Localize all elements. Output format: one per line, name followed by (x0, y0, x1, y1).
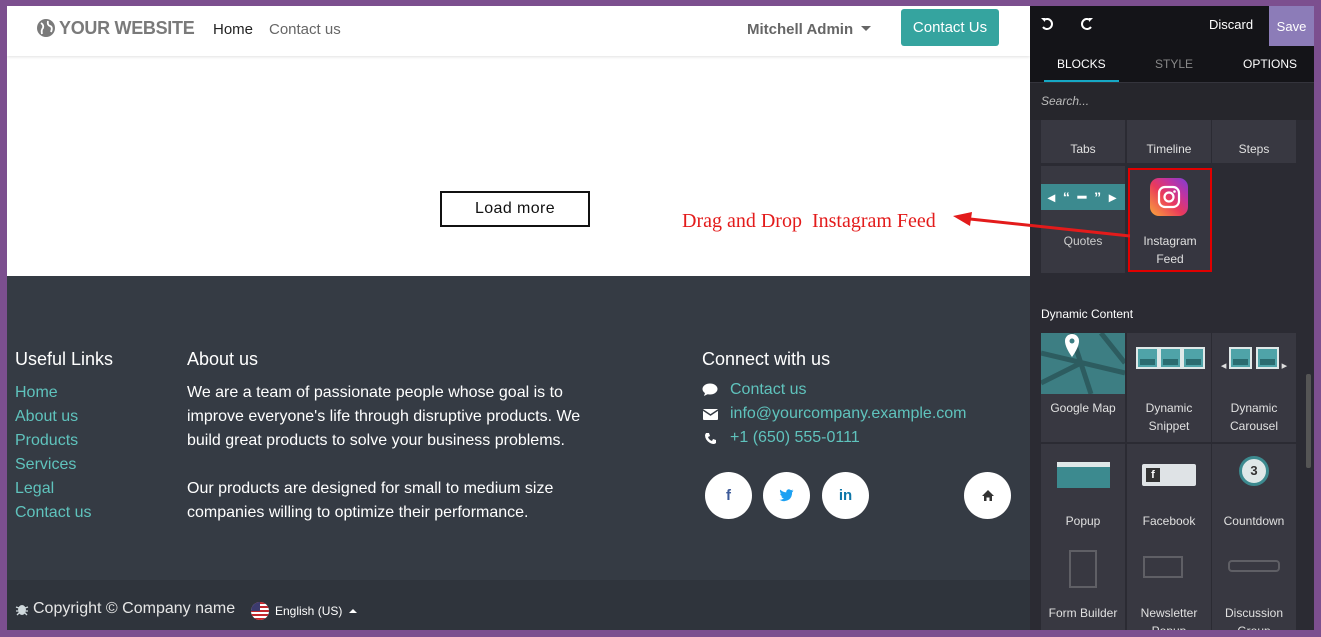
snippet-facebook[interactable]: f Facebook (1127, 444, 1211, 541)
facebook-thumbnail-icon: f (1142, 464, 1196, 486)
linkedin-icon[interactable]: in (822, 472, 869, 519)
form-icon (1069, 550, 1097, 588)
contact-us-link[interactable]: Contact us (730, 381, 806, 399)
snippet-label: Dynamic Carousel (1229, 401, 1279, 433)
save-button[interactable]: Save (1269, 6, 1314, 46)
snippet-timeline[interactable]: Timeline (1127, 120, 1211, 163)
snippet-label: Instagram Feed (1143, 234, 1197, 266)
us-flag-icon (251, 602, 269, 620)
footer-link-about[interactable]: About us (15, 405, 91, 429)
copyright: Copyright © Company name (15, 600, 235, 618)
user-menu[interactable]: Mitchell Admin (747, 21, 872, 38)
nav-home-link[interactable]: Home (213, 21, 253, 38)
snippet-label: Facebook (1142, 514, 1196, 528)
language-label: English (US) (275, 604, 343, 618)
site-logo[interactable]: YOUR WEBSITE (35, 17, 195, 39)
footer-link-contact[interactable]: Contact us (15, 501, 91, 525)
panel-scrollbar[interactable] (1306, 374, 1311, 468)
snippet-dynamic-snippet[interactable]: Dynamic Snippet (1127, 333, 1211, 442)
annotation-text: Drag and Drop Instagram Feed (682, 210, 936, 232)
dynamic-snippet-thumbnail-icon (1129, 347, 1211, 372)
snippet-label: Discussion Group (1224, 606, 1284, 630)
contact-row: Contact us (702, 381, 806, 399)
chevron-down-icon (861, 25, 872, 31)
phone-icon (702, 432, 718, 445)
annotation-arrow (953, 212, 1130, 238)
snippet-dynamic-carousel[interactable]: ◂ ▸ Dynamic Carousel (1212, 333, 1296, 442)
snippet-label: Timeline (1146, 142, 1192, 156)
undo-icon[interactable] (1040, 16, 1054, 36)
footer-link-home[interactable]: Home (15, 381, 91, 405)
instagram-icon (1150, 178, 1188, 216)
discard-button[interactable]: Discard (1209, 17, 1253, 32)
popup-thumbnail-icon (1057, 462, 1110, 488)
tab-blocks[interactable]: BLOCKS (1044, 57, 1119, 82)
editor-topbar: Discard Save (1030, 6, 1314, 46)
email-row: info@yourcompany.example.com (702, 405, 967, 423)
facebook-icon[interactable]: f (705, 472, 752, 519)
snippet-form-builder[interactable]: Form Builder (1041, 536, 1125, 630)
snippet-label: Google Map (1050, 401, 1116, 415)
useful-links-heading: Useful Links (15, 349, 114, 369)
countdown-icon: 3 (1239, 456, 1269, 486)
bug-icon (15, 605, 29, 616)
footer-link-legal[interactable]: Legal (15, 477, 91, 501)
envelope-icon (702, 408, 718, 420)
load-more-button[interactable]: Load more (440, 191, 590, 227)
dynamic-content-heading: Dynamic Content (1041, 307, 1134, 321)
editor-tabs: BLOCKS STYLE OPTIONS (1030, 46, 1314, 82)
newsletter-icon (1143, 556, 1183, 578)
snippet-label: Tabs (1070, 142, 1096, 156)
editor-panel: Discard Save BLOCKS STYLE OPTIONS Search… (1030, 6, 1314, 630)
useful-links-list: Home About us Products Services Legal Co… (15, 381, 91, 525)
map-pin-icon (1041, 333, 1125, 394)
footer-link-products[interactable]: Products (15, 429, 91, 453)
connect-heading: Connect with us (702, 349, 831, 369)
snippet-instagram-feed[interactable]: Instagram Feed (1128, 168, 1212, 272)
about-paragraph-2: Our products are designed for small to m… (187, 480, 554, 521)
snippet-label: Popup (1065, 514, 1101, 528)
tab-style[interactable]: STYLE (1155, 57, 1193, 71)
chevron-up-icon (349, 609, 358, 613)
snippet-discussion-group[interactable]: Discussion Group (1212, 536, 1296, 630)
snippet-label: Newsletter Popup (1140, 606, 1198, 630)
phone-row: +1 (650) 555-0111 (702, 429, 860, 447)
language-selector[interactable]: English (US) (251, 602, 358, 620)
snippet-tabs[interactable]: Tabs (1041, 120, 1125, 163)
snippet-label: Form Builder (1048, 606, 1118, 620)
carousel-thumbnail-icon: ◂ ▸ (1212, 347, 1296, 372)
about-paragraph: We are a team of passionate people whose… (187, 384, 581, 449)
comment-icon (702, 383, 718, 397)
about-heading: About us (187, 349, 259, 369)
snippet-search-input[interactable]: Search... (1030, 82, 1314, 120)
phone-link[interactable]: +1 (650) 555-0111 (730, 429, 860, 447)
top-navbar: YOUR WEBSITE Home Contact us Mitchell Ad… (7, 6, 1030, 56)
footer-link-services[interactable]: Services (15, 453, 91, 477)
footer: Useful Links Home About us Products Serv… (7, 276, 1030, 580)
tab-options[interactable]: OPTIONS (1243, 57, 1297, 71)
snippet-label: Countdown (1223, 514, 1285, 528)
snippet-steps[interactable]: Steps (1212, 120, 1296, 163)
user-name: Mitchell Admin (747, 21, 854, 38)
logo-text: YOUR WEBSITE (59, 17, 195, 38)
contact-us-button[interactable]: Contact Us (901, 9, 999, 46)
redo-icon[interactable] (1080, 16, 1094, 36)
website-preview: YOUR WEBSITE Home Contact us Mitchell Ad… (7, 6, 1030, 630)
snippet-label: Steps (1238, 142, 1270, 156)
copyright-text: Copyright © Company name (33, 600, 236, 617)
snippet-popup[interactable]: Popup (1041, 444, 1125, 541)
nav-contact-link[interactable]: Contact us (269, 21, 341, 38)
snippet-google-map[interactable]: Google Map (1041, 333, 1125, 442)
snippet-label: Dynamic Snippet (1145, 401, 1193, 433)
copyright-bar: Copyright © Company name English (US) (7, 580, 1030, 630)
snippet-countdown[interactable]: 3 Countdown (1212, 444, 1296, 541)
home-icon[interactable] (964, 472, 1011, 519)
snippet-newsletter-popup[interactable]: Newsletter Popup (1127, 536, 1211, 630)
email-link[interactable]: info@yourcompany.example.com (730, 405, 967, 423)
discussion-icon (1228, 560, 1280, 572)
globe-icon (37, 19, 55, 37)
twitter-icon[interactable] (763, 472, 810, 519)
